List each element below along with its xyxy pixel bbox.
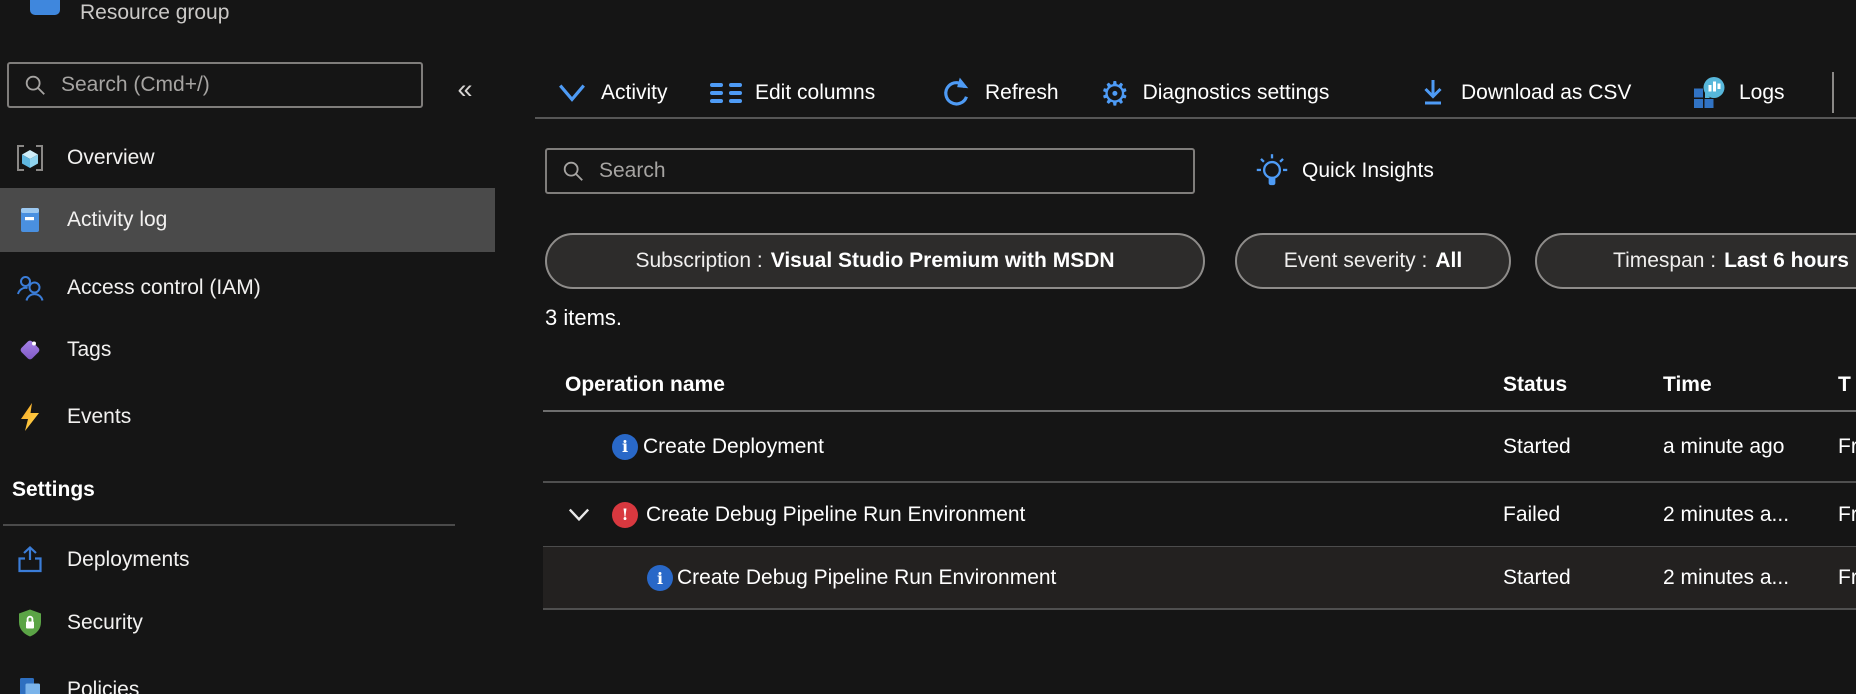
toolbar-edit-columns-button[interactable]: Edit columns bbox=[710, 70, 875, 116]
row-time: 2 minutes a... bbox=[1663, 502, 1790, 526]
toolbar-rule bbox=[535, 117, 1856, 119]
toolbar-item-label: Diagnostics settings bbox=[1142, 81, 1330, 104]
pill-label: Subscription : bbox=[635, 249, 763, 272]
sidebar-item-label: Policies bbox=[67, 678, 140, 694]
info-icon: i bbox=[612, 433, 638, 460]
column-header-operation[interactable]: Operation name bbox=[565, 373, 725, 397]
sidebar-item-policies[interactable]: Policies bbox=[0, 658, 495, 694]
pill-label: Event severity : bbox=[1283, 249, 1428, 272]
activity-log-table: Operation name Status Time T i Create De… bbox=[543, 360, 1856, 694]
toolbar-logs-button[interactable]: Logs bbox=[1692, 70, 1785, 116]
download-icon bbox=[1424, 80, 1442, 105]
row-extra: Fr bbox=[1838, 566, 1856, 589]
table-row[interactable]: i Create Deployment Started a minute ago… bbox=[543, 412, 1856, 481]
filter-pill-subscription[interactable]: Subscription : Visual Studio Premium wit… bbox=[545, 233, 1205, 289]
refresh-icon bbox=[944, 77, 969, 106]
row-status: Failed bbox=[1503, 502, 1561, 526]
toolbar-activity-button[interactable]: Activity bbox=[556, 70, 668, 116]
sidebar-item-label: Access control (IAM) bbox=[67, 276, 261, 299]
filter-pill-event-severity[interactable]: Event severity : All bbox=[1235, 233, 1511, 289]
toolbar-refresh-button[interactable]: Refresh bbox=[938, 70, 1059, 116]
table-row-child[interactable]: i Create Debug Pipeline Run Environment … bbox=[543, 546, 1856, 609]
items-count: 3 items. bbox=[545, 305, 623, 330]
operation-name: Create Debug Pipeline Run Environment bbox=[646, 502, 1026, 526]
azure-resource-group-page: Resource group « Overview bbox=[0, 0, 1856, 694]
row-status: Started bbox=[1503, 566, 1571, 589]
sidebar-item-overview[interactable]: Overview bbox=[0, 126, 495, 190]
sidebar-item-activity-log[interactable]: Activity log bbox=[0, 188, 495, 252]
toolbar-separator bbox=[1832, 72, 1834, 113]
operation-name: Create Deployment bbox=[643, 434, 824, 458]
info-icon: i bbox=[647, 565, 673, 591]
overview-cube-icon bbox=[15, 143, 45, 173]
column-header-extra[interactable]: T bbox=[1838, 373, 1851, 397]
people-icon bbox=[15, 273, 45, 303]
quick-insights-button[interactable]: Quick Insights bbox=[1252, 148, 1434, 194]
error-icon: ! bbox=[612, 501, 638, 528]
toolbar-item-label: Edit columns bbox=[755, 81, 876, 104]
sidebar-item-events[interactable]: Events bbox=[0, 385, 495, 449]
documents-icon bbox=[15, 675, 45, 694]
toolbar-item-label: Refresh bbox=[985, 81, 1059, 104]
deploy-upload-icon bbox=[15, 545, 45, 575]
toolbar-item-label: Download as CSV bbox=[1461, 81, 1632, 104]
sidebar-search-box[interactable] bbox=[7, 62, 423, 108]
toolbar-item-label: Activity bbox=[601, 81, 668, 104]
sidebar-collapse-button[interactable]: « bbox=[448, 72, 482, 106]
sidebar-item-label: Security bbox=[67, 611, 143, 634]
gear-icon: ⚙ bbox=[1100, 73, 1130, 113]
sidebar-item-label: Activity log bbox=[67, 208, 168, 231]
edit-columns-icon bbox=[710, 83, 742, 103]
search-icon bbox=[25, 75, 45, 95]
pill-value: All bbox=[1435, 249, 1463, 272]
toolbar-item-label: Logs bbox=[1739, 81, 1785, 104]
quick-insights-label: Quick Insights bbox=[1302, 159, 1434, 182]
activity-search-box[interactable] bbox=[545, 148, 1195, 194]
row-extra: Fr bbox=[1838, 502, 1856, 526]
row-time: 2 minutes a... bbox=[1663, 566, 1790, 589]
lightning-bolt-icon bbox=[15, 402, 45, 432]
table-row[interactable]: ! Create Debug Pipeline Run Environment … bbox=[543, 483, 1856, 546]
sidebar-item-label: Deployments bbox=[67, 548, 190, 571]
row-status: Started bbox=[1503, 434, 1571, 458]
search-icon bbox=[563, 161, 583, 181]
activity-search-input[interactable] bbox=[597, 158, 1193, 184]
shield-lock-icon bbox=[15, 608, 45, 638]
sidebar-divider bbox=[3, 524, 455, 526]
lightbulb-icon bbox=[1256, 154, 1288, 186]
tag-icon bbox=[15, 335, 45, 365]
row-extra: Fr bbox=[1838, 434, 1856, 458]
chevron-down-icon bbox=[559, 84, 585, 102]
table-header-row: Operation name Status Time T bbox=[543, 360, 1856, 410]
filter-pill-timespan[interactable]: Timespan : Last 6 hours bbox=[1535, 233, 1856, 289]
page-title: Resource group bbox=[80, 1, 230, 24]
sidebar-item-label: Overview bbox=[67, 146, 155, 169]
sidebar-item-security[interactable]: Security bbox=[0, 591, 495, 655]
toolbar-download-csv-button[interactable]: Download as CSV bbox=[1418, 70, 1631, 116]
sidebar-search-input[interactable] bbox=[59, 72, 421, 98]
pill-label: Timespan : bbox=[1613, 249, 1717, 272]
sidebar-section-settings: Settings bbox=[12, 478, 95, 501]
sidebar-item-label: Events bbox=[67, 405, 132, 428]
sidebar-item-label: Tags bbox=[67, 338, 112, 361]
column-header-status[interactable]: Status bbox=[1503, 373, 1567, 397]
resource-group-icon bbox=[30, 0, 60, 15]
expand-chevron-icon[interactable] bbox=[566, 502, 592, 528]
toolbar-diagnostics-settings-button[interactable]: ⚙ Diagnostics settings bbox=[1100, 70, 1329, 116]
row-time: a minute ago bbox=[1663, 434, 1785, 458]
operation-name: Create Debug Pipeline Run Environment bbox=[677, 566, 1057, 589]
row-rule bbox=[543, 608, 1856, 610]
activity-log-icon bbox=[15, 205, 45, 235]
sidebar-item-access-control[interactable]: Access control (IAM) bbox=[0, 256, 495, 320]
column-header-time[interactable]: Time bbox=[1663, 373, 1712, 397]
pill-value: Visual Studio Premium with MSDN bbox=[770, 249, 1115, 272]
sidebar-item-deployments[interactable]: Deployments bbox=[0, 528, 495, 592]
sidebar-item-tags[interactable]: Tags bbox=[0, 318, 495, 382]
logs-icon bbox=[1694, 77, 1725, 108]
pill-value: Last 6 hours bbox=[1724, 249, 1849, 272]
